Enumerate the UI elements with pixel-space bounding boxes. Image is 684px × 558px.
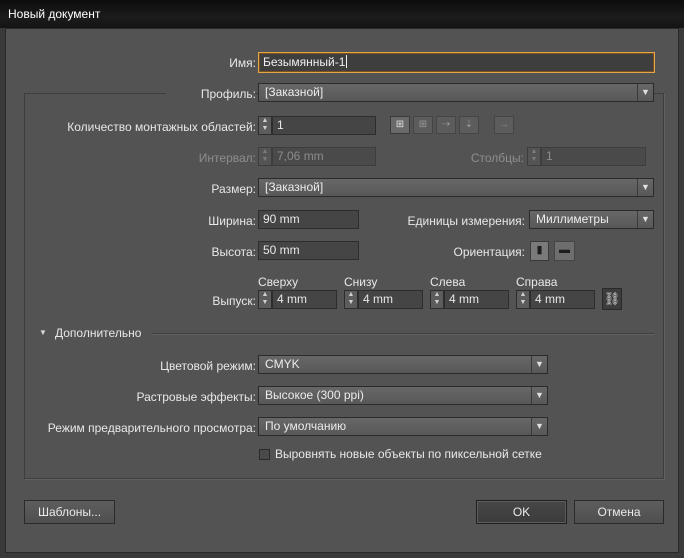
dropdown-arrow-icon: ▼ <box>531 418 547 435</box>
size-label: Размер: <box>211 182 256 196</box>
text-caret <box>346 55 348 68</box>
artboards-input[interactable]: 1 <box>272 116 376 135</box>
arrange-by-column-icon[interactable]: ⇣ <box>459 116 479 134</box>
align-pixel-grid-label[interactable]: Выровнять новые объекты по пиксельной се… <box>275 447 542 461</box>
color-mode-label: Цветовой режим: <box>160 359 256 373</box>
window-title: Новый документ <box>0 0 684 28</box>
dropdown-arrow-icon: ▼ <box>637 179 653 196</box>
profile-select[interactable]: [Заказной] ▼ <box>258 83 654 102</box>
grid-by-row-icon[interactable]: ⊞ <box>390 116 410 134</box>
bleed-label: Выпуск: <box>212 294 256 308</box>
profile-value: [Заказной] <box>265 85 324 99</box>
bleed-bottom-input[interactable]: 4 mm <box>358 290 423 309</box>
dropdown-arrow-icon: ▼ <box>637 84 653 101</box>
profile-label: Профиль: <box>166 87 256 101</box>
bleed-left-spin-arrows-icon[interactable]: ▲ ▼ <box>430 290 444 309</box>
color-mode-select[interactable]: CMYK ▼ <box>258 355 548 374</box>
width-input[interactable]: 90 mm <box>258 210 359 229</box>
link-icon[interactable]: ⛓ <box>602 288 622 310</box>
units-label: Единицы измерения: <box>407 214 525 228</box>
name-label: Имя: <box>229 56 256 70</box>
preview-mode-select[interactable]: По умолчанию ▼ <box>258 417 548 436</box>
bleed-top-spin-arrows-icon[interactable]: ▲ ▼ <box>258 290 272 309</box>
bleed-bottom-spin-arrows-icon[interactable]: ▲ ▼ <box>344 290 358 309</box>
columns-label: Столбцы: <box>470 151 524 165</box>
advanced-toggle[interactable]: Дополнительно <box>55 326 141 340</box>
layout-direction-icon[interactable]: → <box>494 116 514 134</box>
preview-mode-label: Режим предварительного просмотра: <box>47 421 256 435</box>
new-document-dialog: Имя: Безымянный-1 Профиль: [Заказной] ▼ … <box>5 28 679 553</box>
orientation-label: Ориентация: <box>453 245 525 259</box>
raster-effects-value: Высокое (300 ppi) <box>265 388 364 402</box>
raster-effects-label: Растровые эффекты: <box>136 390 256 404</box>
size-select[interactable]: [Заказной] ▼ <box>258 178 654 197</box>
name-input[interactable]: Безымянный-1 <box>258 52 655 73</box>
portrait-icon[interactable]: ▮ <box>530 241 549 261</box>
bleed-right-spin-arrows-icon[interactable]: ▲ ▼ <box>516 290 530 309</box>
height-input[interactable]: 50 mm <box>258 241 359 260</box>
columns-spin-arrows-icon: ▲ ▼ <box>527 147 541 166</box>
name-value: Безымянный-1 <box>263 55 346 69</box>
artboards-spin-arrows-icon[interactable]: ▲ ▼ <box>258 116 272 135</box>
size-value: [Заказной] <box>265 180 324 194</box>
bleed-left-label: Слева <box>430 275 466 289</box>
height-label: Высота: <box>211 245 256 259</box>
arrange-by-row-icon[interactable]: ⇢ <box>436 116 456 134</box>
preview-mode-value: По умолчанию <box>265 419 347 433</box>
units-select[interactable]: Миллиметры ▼ <box>529 210 654 229</box>
dropdown-arrow-icon: ▼ <box>637 211 653 228</box>
advanced-divider <box>152 333 654 334</box>
bleed-right-input[interactable]: 4 mm <box>530 290 595 309</box>
grid-by-column-icon[interactable]: ⊞ <box>413 116 433 134</box>
dropdown-arrow-icon: ▼ <box>531 356 547 373</box>
interval-spin-arrows-icon: ▲ ▼ <box>258 147 272 166</box>
artboards-label: Количество монтажных областей: <box>67 120 256 134</box>
disclosure-triangle-icon[interactable]: ▼ <box>39 328 47 337</box>
cancel-button[interactable]: Отмена <box>574 500 664 524</box>
bleed-top-label: Сверху <box>258 275 299 289</box>
dropdown-arrow-icon: ▼ <box>531 387 547 404</box>
interval-input: 7,06 mm <box>272 147 376 166</box>
color-mode-value: CMYK <box>265 357 300 371</box>
bleed-right-label: Справа <box>516 275 558 289</box>
templates-button[interactable]: Шаблоны... <box>24 500 115 524</box>
bleed-bottom-label: Снизу <box>344 275 378 289</box>
width-label: Ширина: <box>208 214 256 228</box>
bleed-left-input[interactable]: 4 mm <box>444 290 509 309</box>
bleed-top-input[interactable]: 4 mm <box>272 290 337 309</box>
landscape-icon[interactable]: ▬ <box>554 241 575 261</box>
raster-effects-select[interactable]: Высокое (300 ppi) ▼ <box>258 386 548 405</box>
units-value: Миллиметры <box>536 212 609 226</box>
interval-label: Интервал: <box>198 151 256 165</box>
align-pixel-grid-checkbox[interactable] <box>259 449 270 460</box>
columns-input: 1 <box>541 147 646 166</box>
ok-button[interactable]: OK <box>476 500 567 524</box>
